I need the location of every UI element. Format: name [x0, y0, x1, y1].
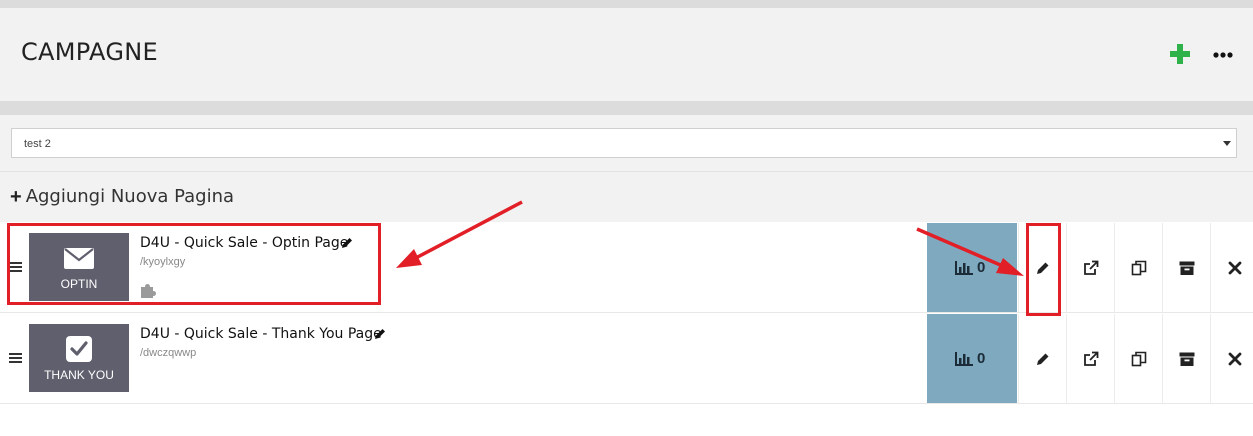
open-page-button[interactable]: [1066, 223, 1114, 312]
drag-handle-icon[interactable]: [9, 353, 22, 364]
edit-button[interactable]: [1018, 223, 1066, 312]
page-stats-button[interactable]: 0: [927, 314, 1017, 403]
edit-icon: [1037, 353, 1049, 365]
delete-button[interactable]: [1210, 223, 1253, 312]
edit-button[interactable]: [1018, 314, 1066, 403]
puzzle-icon: [141, 284, 156, 298]
rename-pencil-icon[interactable]: [340, 236, 354, 250]
open-page-button[interactable]: [1066, 314, 1114, 403]
more-options-button[interactable]: [1212, 48, 1234, 60]
duplicate-button[interactable]: [1114, 223, 1162, 312]
duplicate-icon: [1131, 351, 1147, 367]
page-stats-button[interactable]: 0: [927, 223, 1017, 312]
checkbox-icon: [66, 336, 92, 362]
envelope-icon: [64, 248, 94, 269]
archive-icon: [1179, 352, 1195, 366]
delete-button[interactable]: [1210, 314, 1253, 403]
add-new-page-button[interactable]: + Aggiungi Nuova Pagina: [10, 186, 234, 207]
stats-count: 0: [977, 350, 986, 367]
drag-handle-icon[interactable]: [9, 262, 22, 273]
delete-icon: [1228, 261, 1242, 275]
page-title: CAMPAGNE: [21, 38, 158, 66]
campaign-select[interactable]: test 2: [11, 128, 1237, 158]
page-thumbnail[interactable]: THANK YOU: [29, 324, 129, 392]
header-divider: [0, 101, 1253, 115]
rename-pencil-icon[interactable]: [373, 327, 387, 341]
page-header: CAMPAGNE: [0, 8, 1253, 101]
thumbnail-label: THANK YOU: [44, 368, 114, 382]
archive-icon: [1179, 261, 1195, 275]
delete-icon: [1228, 352, 1242, 366]
page-slug[interactable]: /dwczqwwp: [140, 347, 196, 359]
page-title-link[interactable]: D4U - Quick Sale - Optin Page: [140, 235, 348, 251]
page-title-link[interactable]: D4U - Quick Sale - Thank You Page: [140, 326, 382, 342]
add-campaign-button[interactable]: [1169, 43, 1191, 65]
bar-chart-icon: [955, 351, 973, 366]
stats-count: 0: [977, 259, 986, 276]
plus-icon: [1170, 44, 1190, 64]
add-new-page-label: Aggiungi Nuova Pagina: [25, 186, 235, 207]
ellipsis-icon: [1213, 52, 1233, 58]
duplicate-button[interactable]: [1114, 314, 1162, 403]
external-link-icon: [1084, 260, 1099, 275]
edit-icon: [1037, 262, 1049, 274]
archive-button[interactable]: [1162, 314, 1210, 403]
thumbnail-label: OPTIN: [60, 277, 98, 291]
duplicate-icon: [1131, 260, 1147, 276]
bar-chart-icon: [955, 260, 973, 275]
plus-small-icon: +: [10, 185, 22, 208]
page-slug[interactable]: /kyoylxgy: [140, 256, 185, 268]
page-row: OPTIN D4U - Quick Sale - Optin Page /kyo…: [0, 223, 1253, 313]
top-strip: [0, 0, 1253, 8]
page-row: THANK YOU D4U - Quick Sale - Thank You P…: [0, 314, 1253, 404]
external-link-icon: [1084, 351, 1099, 366]
page-thumbnail[interactable]: OPTIN: [29, 233, 129, 301]
chevron-down-icon: [1223, 141, 1231, 146]
campaign-select-value: test 2: [24, 138, 51, 150]
add-page-bar: + Aggiungi Nuova Pagina: [0, 171, 1253, 222]
archive-button[interactable]: [1162, 223, 1210, 312]
